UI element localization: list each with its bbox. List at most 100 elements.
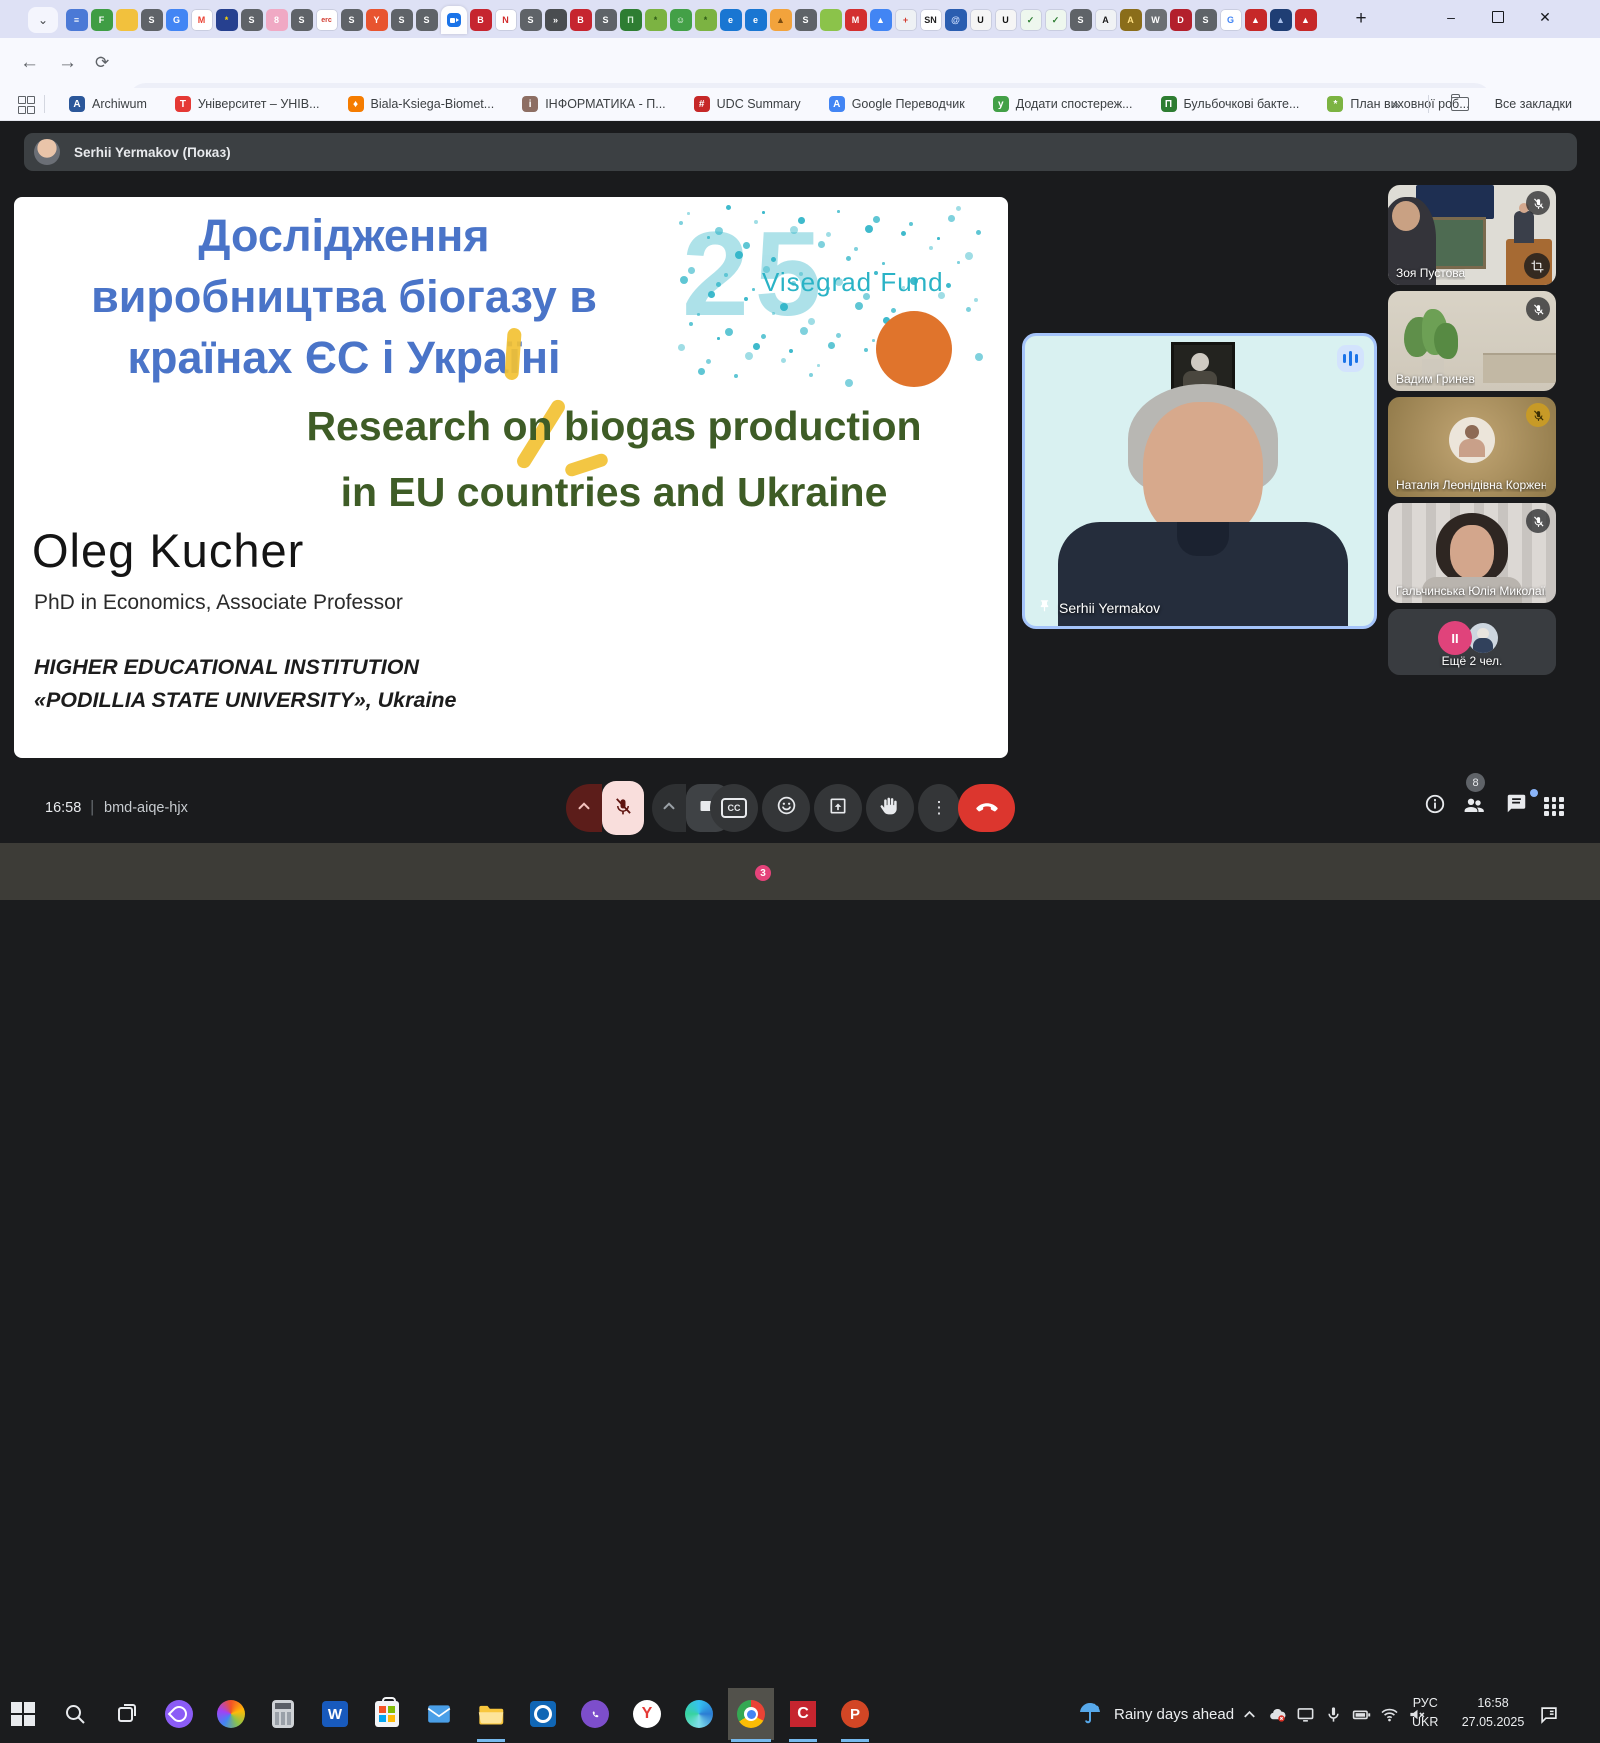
taskbar-icon-chrome[interactable]: [728, 1688, 774, 1740]
tab-49[interactable]: ▲: [1295, 9, 1317, 31]
tab-31[interactable]: M: [845, 9, 867, 31]
tab-29[interactable]: S: [795, 9, 817, 31]
action-center-button[interactable]: [1538, 1704, 1560, 1731]
tab-43[interactable]: W: [1145, 9, 1167, 31]
people-panel-button[interactable]: [1462, 793, 1486, 822]
tab-46[interactable]: G: [1220, 9, 1242, 31]
speaker-video-tile[interactable]: Serhii Yermakov: [1022, 333, 1377, 629]
taskbar-icon-ppt[interactable]: P: [832, 1688, 878, 1740]
participant-tile-4[interactable]: Гальчинська Юлія Миколаїв...: [1388, 503, 1556, 603]
taskbar-icon-start[interactable]: [0, 1688, 46, 1740]
taskbar-icon-store[interactable]: [364, 1688, 410, 1740]
participant-tile-5[interactable]: II Ещё 2 чел.: [1388, 609, 1556, 675]
taskbar-icon-search[interactable]: [52, 1688, 98, 1740]
more-options-button[interactable]: ⋮: [918, 784, 960, 832]
tab-18[interactable]: S: [520, 9, 542, 31]
taskbar-icon-capp[interactable]: C: [780, 1688, 826, 1740]
window-close-button[interactable]: ✕: [1522, 0, 1568, 34]
tab-45[interactable]: S: [1195, 9, 1217, 31]
bookmarks-overflow-button[interactable]: »: [1392, 96, 1400, 112]
chevron-up-icon[interactable]: [1240, 1705, 1259, 1724]
tab-42[interactable]: A: [1120, 9, 1142, 31]
onedrive-error-icon[interactable]: [1268, 1705, 1287, 1724]
new-tab-button[interactable]: +: [1348, 6, 1374, 32]
activities-button[interactable]: [1544, 797, 1564, 816]
taskbar-icon-explorer[interactable]: [468, 1688, 514, 1740]
language-indicator[interactable]: РУСUKR: [1412, 1694, 1438, 1732]
present-button[interactable]: [814, 784, 862, 832]
crop-icon[interactable]: [1524, 253, 1550, 279]
tab-0[interactable]: ≡: [66, 9, 88, 31]
tab-28[interactable]: ▲: [770, 9, 792, 31]
tab-12[interactable]: Y: [366, 9, 388, 31]
apps-grid-icon[interactable]: [18, 96, 34, 112]
tab-37[interactable]: U: [995, 9, 1017, 31]
tab-21[interactable]: S: [595, 9, 617, 31]
battery-icon[interactable]: [1352, 1705, 1371, 1724]
tab-35[interactable]: @: [945, 9, 967, 31]
tab-40[interactable]: S: [1070, 9, 1092, 31]
forward-button[interactable]: →: [58, 52, 77, 74]
window-minimize-button[interactable]: –: [1428, 0, 1474, 34]
taskbar-icon-edge[interactable]: [676, 1688, 722, 1740]
taskbar-icon-mail[interactable]: [416, 1688, 462, 1740]
bookmark-item-3[interactable]: i ІНФОРМАТИКА - П...: [522, 96, 665, 112]
bookmark-item-5[interactable]: A Google Переводчик: [829, 96, 965, 112]
tab-24[interactable]: ☺: [670, 9, 692, 31]
bookmark-item-4[interactable]: # UDC Summary: [694, 96, 801, 112]
taskbar-icon-cortana[interactable]: [156, 1688, 202, 1740]
participant-tile-1[interactable]: Зоя Пустова: [1388, 185, 1556, 285]
participant-tile-3[interactable]: Наталія Леонідівна Коржен...: [1388, 397, 1556, 497]
tab-41[interactable]: A: [1095, 9, 1117, 31]
tab-25[interactable]: *: [695, 9, 717, 31]
tab-39[interactable]: ✓: [1045, 9, 1067, 31]
tab-44[interactable]: D: [1170, 9, 1192, 31]
bookmark-item-1[interactable]: T Університет – УНІВ...: [175, 96, 320, 112]
tab-13[interactable]: S: [391, 9, 413, 31]
tab-14[interactable]: S: [416, 9, 438, 31]
tab-26[interactable]: e: [720, 9, 742, 31]
taskbar-icon-outlook[interactable]: [520, 1688, 566, 1740]
taskbar-icon-viber[interactable]: [572, 1688, 618, 1740]
all-bookmarks-label[interactable]: Все закладки: [1495, 97, 1572, 111]
tab-11[interactable]: S: [341, 9, 363, 31]
tab-22[interactable]: Π: [620, 9, 642, 31]
reactions-button[interactable]: [762, 784, 810, 832]
back-button[interactable]: ←: [20, 52, 39, 74]
microphone-icon[interactable]: [1324, 1705, 1343, 1724]
mic-options-chevron[interactable]: [566, 784, 602, 832]
participant-tile-2[interactable]: Вадим Гринев: [1388, 291, 1556, 391]
tab-4[interactable]: G: [166, 9, 188, 31]
tab-38[interactable]: ✓: [1020, 9, 1042, 31]
tab-8[interactable]: 8: [266, 9, 288, 31]
tab-19[interactable]: »: [545, 9, 567, 31]
camera-options-chevron[interactable]: [652, 784, 686, 832]
tab-32[interactable]: ▲: [870, 9, 892, 31]
tab-1[interactable]: F: [91, 9, 113, 31]
tab-6[interactable]: *: [216, 9, 238, 31]
reload-button[interactable]: ⟳: [95, 53, 109, 73]
tab-30[interactable]: [820, 9, 842, 31]
tab-16[interactable]: B: [470, 9, 492, 31]
tab-34[interactable]: SN: [920, 9, 942, 31]
raise-hand-button[interactable]: [866, 784, 914, 832]
clock[interactable]: 16:5827.05.2025: [1452, 1694, 1534, 1732]
bookmark-item-7[interactable]: Π Бульбочкові бакте...: [1161, 96, 1300, 112]
taskbar-icon-taskview[interactable]: [104, 1688, 150, 1740]
tab-36[interactable]: U: [970, 9, 992, 31]
taskbar-icon-calc[interactable]: [260, 1688, 306, 1740]
tab-5[interactable]: M: [191, 9, 213, 31]
tab-7[interactable]: S: [241, 9, 263, 31]
tab-47[interactable]: ▲: [1245, 9, 1267, 31]
tab-17[interactable]: N: [495, 9, 517, 31]
tab-20[interactable]: B: [570, 9, 592, 31]
tab-search-button[interactable]: ⌄: [28, 7, 58, 33]
tab-9[interactable]: S: [291, 9, 313, 31]
tab-23[interactable]: *: [645, 9, 667, 31]
bookmark-item-2[interactable]: ♦ Biala-Ksiega-Biomet...: [348, 96, 495, 112]
weather-widget[interactable]: Rainy days ahead: [1078, 1686, 1234, 1743]
tab-2[interactable]: [116, 9, 138, 31]
taskbar-icon-word[interactable]: W: [312, 1688, 358, 1740]
bookmark-item-6[interactable]: y Додати спостереж...: [993, 96, 1133, 112]
mic-toggle-button[interactable]: [602, 781, 644, 835]
